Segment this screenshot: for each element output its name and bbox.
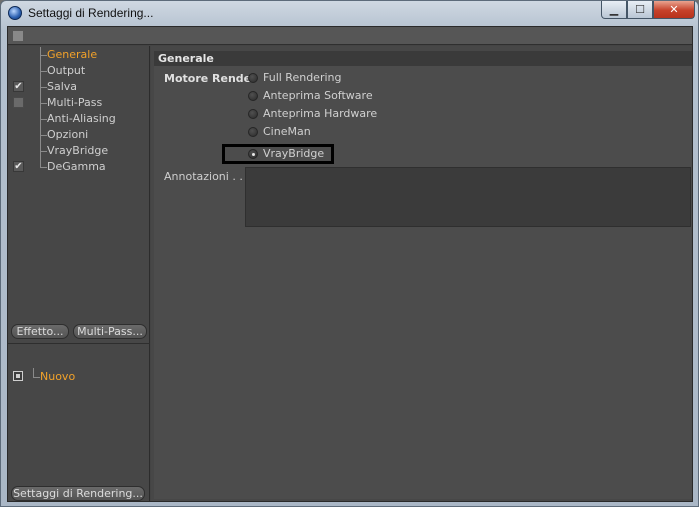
close-button[interactable]: ✕ — [653, 1, 695, 19]
sidebar-item-label: Opzioni — [47, 128, 89, 141]
client-area: Generale Output ✔ Salva Multi-Pass Anti-… — [7, 26, 693, 502]
engine-option-cineman[interactable]: CineMan — [245, 124, 405, 140]
radio-button[interactable] — [248, 73, 258, 83]
engine-option-anteprima-software[interactable]: Anteprima Software — [245, 88, 405, 104]
tree-connector — [33, 377, 40, 378]
sidebar-item-label: VrayBridge — [47, 144, 109, 157]
minimize-button[interactable]: ▁ — [601, 1, 627, 19]
engine-option-label: Full Rendering — [263, 71, 342, 84]
radio-button[interactable] — [248, 91, 258, 101]
sidebar: Generale Output ✔ Salva Multi-Pass Anti-… — [8, 46, 150, 501]
effetto-button[interactable]: Effetto... — [11, 324, 69, 339]
tool-strip — [8, 27, 692, 45]
enable-checkbox[interactable] — [13, 97, 24, 108]
enable-checkbox[interactable]: ✔ — [13, 161, 24, 172]
render-settings-button[interactable]: Settaggi di Rendering... — [11, 486, 145, 501]
notes-label: Annotazioni . . . . — [164, 170, 257, 183]
sidebar-item-label: DeGamma — [47, 160, 106, 173]
tree-connector — [40, 151, 47, 152]
radio-button[interactable] — [248, 127, 258, 137]
sidebar-item-label: Output — [47, 64, 86, 77]
preset-label: Nuovo — [40, 370, 76, 383]
engine-option-full-rendering[interactable]: Full Rendering — [245, 70, 405, 86]
section-body — [154, 66, 692, 499]
engine-option-label: Anteprima Software — [263, 89, 373, 102]
highlight-annotation-box — [222, 144, 334, 164]
multipass-button[interactable]: Multi-Pass... — [73, 324, 147, 339]
sidebar-item-generale[interactable]: Generale — [8, 47, 150, 63]
sidebar-item-salva[interactable]: ✔ Salva — [8, 79, 150, 95]
tree-connector — [40, 71, 47, 72]
tree-connector — [40, 135, 47, 136]
sidebar-item-output[interactable]: Output — [8, 63, 150, 79]
sidebar-item-label: Salva — [47, 80, 78, 93]
tree-connector — [40, 87, 47, 88]
section-title: Generale — [154, 51, 692, 66]
window-title: Settaggi di Rendering... — [28, 6, 154, 20]
tree-connector — [40, 167, 47, 168]
maximize-button[interactable]: ☐ — [627, 1, 653, 19]
radio-button[interactable] — [248, 109, 258, 119]
tree-connector — [40, 119, 47, 120]
divider — [8, 343, 150, 344]
tree-line — [33, 368, 34, 377]
tree-connector — [40, 103, 47, 104]
sidebar-item-multipass[interactable]: Multi-Pass — [8, 95, 150, 111]
settings-panel: Generale Motore Render Full Rendering An… — [151, 46, 692, 501]
render-settings-window: Settaggi di Rendering... ▁ ☐ ✕ Generale … — [0, 0, 699, 507]
sidebar-item-vraybridge[interactable]: VrayBridge — [8, 143, 150, 159]
engine-option-label: CineMan — [263, 125, 311, 138]
preset-item-nuovo[interactable]: Nuovo — [8, 368, 150, 384]
sidebar-item-opzioni[interactable]: Opzioni — [8, 127, 150, 143]
title-bar[interactable]: Settaggi di Rendering... ▁ ☐ ✕ — [1, 1, 698, 27]
sidebar-item-label: Multi-Pass — [47, 96, 103, 109]
notes-textarea[interactable] — [245, 167, 691, 227]
sidebar-item-label: Anti-Aliasing — [47, 112, 116, 125]
engine-option-anteprima-hardware[interactable]: Anteprima Hardware — [245, 106, 405, 122]
cinema4d-app-icon — [8, 6, 22, 20]
engine-option-label: Anteprima Hardware — [263, 107, 378, 120]
tree-connector — [40, 55, 47, 56]
sidebar-item-label: Generale — [47, 48, 98, 61]
render-engine-label: Motore Render — [164, 72, 257, 85]
sidebar-item-degamma[interactable]: ✔ DeGamma — [8, 159, 150, 175]
preset-icon — [13, 371, 23, 381]
drag-grip-icon[interactable] — [13, 31, 23, 41]
enable-checkbox[interactable]: ✔ — [13, 81, 24, 92]
sidebar-item-anti-aliasing[interactable]: Anti-Aliasing — [8, 111, 150, 127]
